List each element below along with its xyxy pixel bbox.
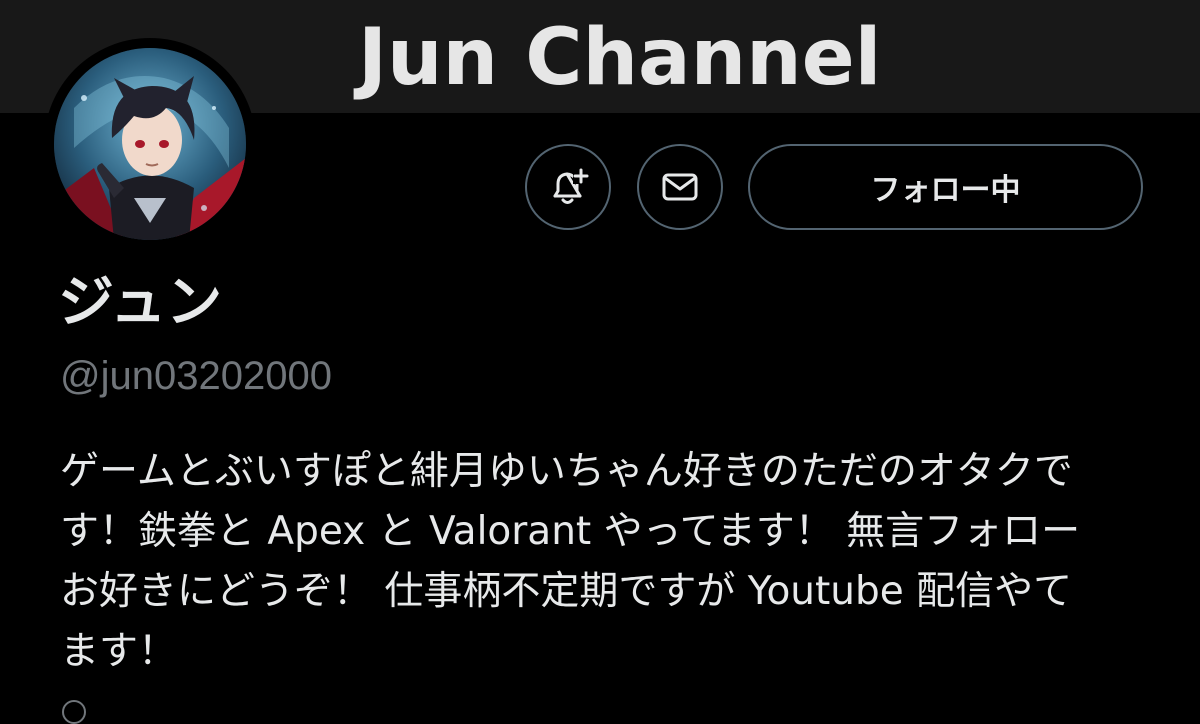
profile-bio: ゲームとぶいすぽと緋月ゆいちゃん好きのただのオタクで す！鉄拳と Apex と … xyxy=(60,442,1150,682)
avatar[interactable] xyxy=(54,48,246,240)
message-button[interactable] xyxy=(637,144,723,230)
avatar-image xyxy=(54,48,246,240)
bell-plus-icon xyxy=(553,168,589,204)
bio-line: す！鉄拳と Apex と Valorant やってます！ 無言フォロー xyxy=(60,509,1081,554)
bio-line: ます！ xyxy=(60,629,178,674)
banner-title: Jun Channel xyxy=(358,13,882,103)
display-name: ジュン xyxy=(58,270,223,335)
notify-button[interactable] xyxy=(525,144,611,230)
bio-line: お好きにどうぞ！ 仕事柄不定期ですが Youtube 配信やて xyxy=(60,569,1073,614)
user-handle: @jun03202000 xyxy=(60,354,332,398)
location-icon xyxy=(62,700,86,724)
bio-line: ゲームとぶいすぽと緋月ゆいちゃん好きのただのオタクで xyxy=(60,449,1073,494)
envelope-icon xyxy=(662,173,698,201)
following-button[interactable]: フォロー中 xyxy=(748,144,1143,230)
